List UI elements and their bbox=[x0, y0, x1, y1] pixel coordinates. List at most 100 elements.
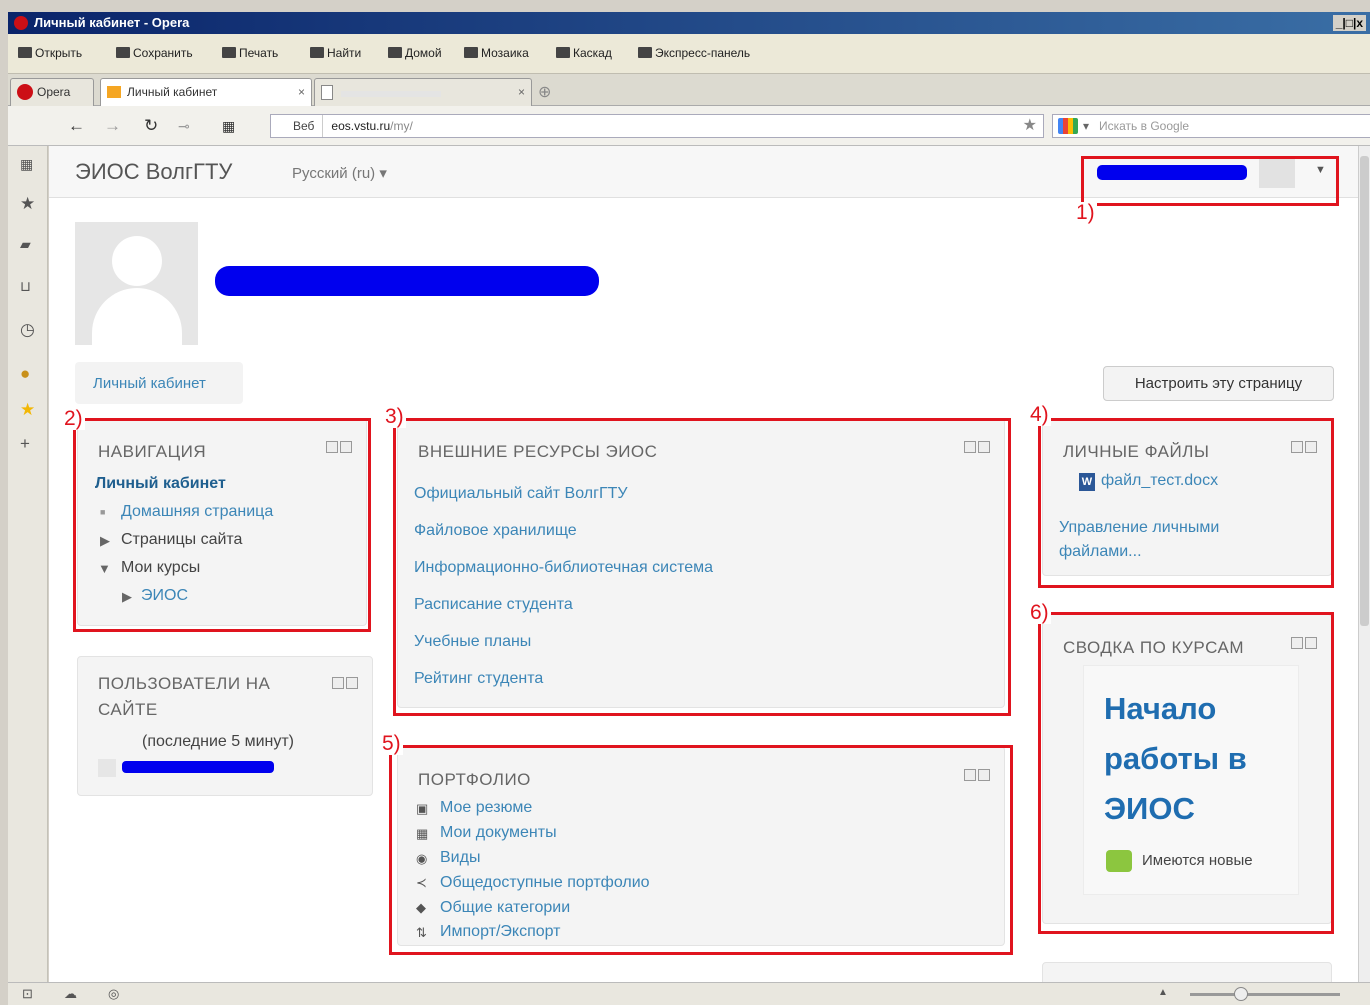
link-my-documents[interactable]: Мои документы bbox=[440, 824, 557, 842]
user-avatar bbox=[1259, 158, 1295, 188]
title-bar: Личный кабинет - Opera _|□|x bbox=[8, 12, 1370, 34]
history-icon[interactable]: ◷ bbox=[20, 320, 35, 340]
web-page: ЭИОС ВолгГТУ Русский (ru) ▾ ▼ Личный каб… bbox=[49, 146, 1358, 982]
key-icon[interactable]: ⊸ bbox=[178, 118, 190, 135]
speed-dial-icon[interactable]: ▦ bbox=[222, 118, 235, 135]
panel-toggle-icon[interactable]: ⊡ bbox=[22, 986, 33, 1002]
speed-dial-button[interactable]: Экспресс-панель bbox=[638, 46, 750, 60]
bookmarks-icon[interactable]: ★ bbox=[20, 194, 35, 214]
page-scrollbar[interactable] bbox=[1358, 146, 1370, 982]
new-tab-icon[interactable]: ⊕ bbox=[538, 82, 551, 102]
link-library-system[interactable]: Информационно-библиотечная система bbox=[414, 559, 713, 577]
nav-site-pages[interactable]: Страницы сайта bbox=[121, 531, 242, 549]
block-title: СВОДКА ПО КУРСАМ bbox=[1063, 638, 1244, 657]
language-menu[interactable]: Русский (ru) ▾ bbox=[292, 164, 387, 182]
print-button[interactable]: Печать bbox=[222, 46, 278, 60]
opera-menu-button[interactable]: Opera bbox=[10, 78, 94, 106]
zoom-arrow-icon[interactable]: ▲ bbox=[1158, 987, 1168, 998]
expand-arrow-icon[interactable]: ▶ bbox=[122, 589, 132, 605]
block-title-line2: САЙТЕ bbox=[98, 700, 158, 719]
course-overview-block: СВОДКА ПО КУРСАМ Начало работы в ЭИОС Им… bbox=[1042, 614, 1332, 924]
dropdown-arrow-icon[interactable]: ▾ bbox=[1083, 115, 1089, 137]
back-icon[interactable]: ← bbox=[68, 116, 85, 136]
forum-news-icon bbox=[1106, 850, 1132, 872]
course-title-line2[interactable]: работы в bbox=[1104, 734, 1247, 784]
opera-menu-icon bbox=[17, 84, 33, 100]
tab-blank[interactable]: × bbox=[314, 78, 532, 106]
folder-icon bbox=[18, 47, 32, 58]
window-controls[interactable]: _|□|x bbox=[1332, 15, 1366, 31]
block-controls[interactable] bbox=[1289, 441, 1317, 453]
close-tab-icon[interactable]: × bbox=[298, 79, 305, 105]
nav-course-eios[interactable]: ЭИОС bbox=[141, 587, 188, 605]
downloads-icon[interactable]: ⊔ bbox=[20, 278, 31, 295]
opera-menu-label: Opera bbox=[37, 85, 71, 99]
nav-home-link[interactable]: Домашняя страница bbox=[121, 503, 273, 521]
tile-button[interactable]: Мозаика bbox=[464, 46, 529, 60]
manage-files-link-line2[interactable]: файлами... bbox=[1059, 543, 1142, 561]
course-title-line1[interactable]: Начало bbox=[1104, 684, 1216, 734]
file-link[interactable]: файл_тест.docx bbox=[1101, 472, 1218, 490]
tab-personal-cabinet[interactable]: Личный кабинет × bbox=[100, 78, 312, 106]
block-controls[interactable] bbox=[330, 677, 358, 689]
find-button[interactable]: Найти bbox=[310, 46, 361, 60]
link-views[interactable]: Виды bbox=[440, 849, 480, 867]
reload-icon[interactable]: ↻ bbox=[144, 116, 158, 136]
unite-icon[interactable]: ☁ bbox=[64, 986, 77, 1002]
add-panel-icon[interactable]: + bbox=[20, 434, 30, 454]
close-tab-icon[interactable]: × bbox=[518, 79, 525, 105]
nav-my-courses[interactable]: Мои курсы bbox=[121, 559, 200, 577]
redacted-online-user[interactable] bbox=[122, 761, 274, 773]
bookmark-star-icon[interactable]: ★ bbox=[1023, 115, 1037, 137]
tab-bar: Opera Личный кабинет × × ⊕ bbox=[8, 74, 1370, 106]
block-controls[interactable] bbox=[1289, 637, 1317, 649]
link-study-plans[interactable]: Учебные планы bbox=[414, 633, 531, 651]
link-my-resume[interactable]: Мое резюме bbox=[440, 799, 532, 817]
collapse-arrow-icon[interactable]: ▼ bbox=[98, 561, 111, 576]
toolbar: Открыть Сохранить Печать Найти Домой Моз… bbox=[8, 34, 1370, 74]
open-button[interactable]: Открыть bbox=[18, 46, 82, 60]
link-categories[interactable]: Общие категории bbox=[440, 899, 570, 917]
notes-icon[interactable]: ▰ bbox=[20, 236, 31, 253]
home-button[interactable]: Домой bbox=[388, 46, 442, 60]
resume-icon: ▣ bbox=[416, 801, 429, 816]
favorites-icon[interactable]: ★ bbox=[20, 400, 35, 420]
address-field[interactable]: Веб eos.vstu.ru/my/ ★ bbox=[270, 114, 1044, 138]
redacted-user-name bbox=[1097, 165, 1247, 180]
zoom-slider-handle[interactable] bbox=[1234, 987, 1248, 1001]
url-text: eos.vstu.ru/my/ bbox=[331, 119, 413, 133]
customize-page-button[interactable]: Настроить эту страницу bbox=[1103, 366, 1334, 401]
forward-icon[interactable]: → bbox=[104, 116, 121, 136]
link-public-portfolios[interactable]: Общедоступные портфолио bbox=[440, 874, 650, 892]
link-import-export[interactable]: Импорт/Экспорт bbox=[440, 923, 561, 941]
link-file-storage[interactable]: Файловое хранилище bbox=[414, 522, 577, 540]
expand-arrow-icon[interactable]: ▶ bbox=[100, 533, 110, 549]
speed-dial-panel-icon[interactable]: ▦ bbox=[20, 156, 33, 173]
chevron-down-icon[interactable]: ▼ bbox=[1315, 164, 1326, 176]
manage-files-link-line1[interactable]: Управление личными bbox=[1059, 519, 1219, 537]
annotation-label-1: 1) bbox=[1074, 201, 1097, 224]
nav-root-link[interactable]: Личный кабинет bbox=[95, 475, 226, 493]
turbo-icon[interactable]: ◎ bbox=[108, 986, 119, 1002]
scrollbar-thumb[interactable] bbox=[1360, 156, 1369, 626]
link-student-schedule[interactable]: Расписание студента bbox=[414, 596, 573, 614]
navigation-block: НАВИГАЦИЯ Личный кабинет ■ Домашняя стра… bbox=[77, 418, 367, 626]
course-title-line3[interactable]: ЭИОС bbox=[1104, 784, 1195, 834]
site-brand[interactable]: ЭИОС ВолгГТУ bbox=[75, 159, 232, 185]
tile-icon bbox=[464, 47, 478, 58]
zoom-slider[interactable] bbox=[1190, 993, 1340, 996]
cascade-button[interactable]: Каскад bbox=[556, 46, 612, 60]
block-controls[interactable] bbox=[962, 769, 990, 781]
link-student-rating[interactable]: Рейтинг студента bbox=[414, 670, 543, 688]
search-field[interactable]: ▾ Искать в Google bbox=[1052, 114, 1370, 138]
redacted-tab-title bbox=[341, 91, 441, 97]
save-button[interactable]: Сохранить bbox=[116, 46, 193, 60]
block-controls[interactable] bbox=[962, 441, 990, 453]
security-badge[interactable]: Веб bbox=[271, 115, 324, 137]
breadcrumb[interactable]: Личный кабинет bbox=[75, 362, 243, 404]
course-card: Начало работы в ЭИОС Имеются новые bbox=[1083, 665, 1299, 895]
link-official-site[interactable]: Официальный сайт ВолгГТУ bbox=[414, 485, 628, 503]
block-controls[interactable] bbox=[324, 441, 352, 453]
extensions-icon[interactable]: ● bbox=[20, 364, 30, 384]
user-menu[interactable]: ▼ bbox=[1091, 154, 1333, 192]
